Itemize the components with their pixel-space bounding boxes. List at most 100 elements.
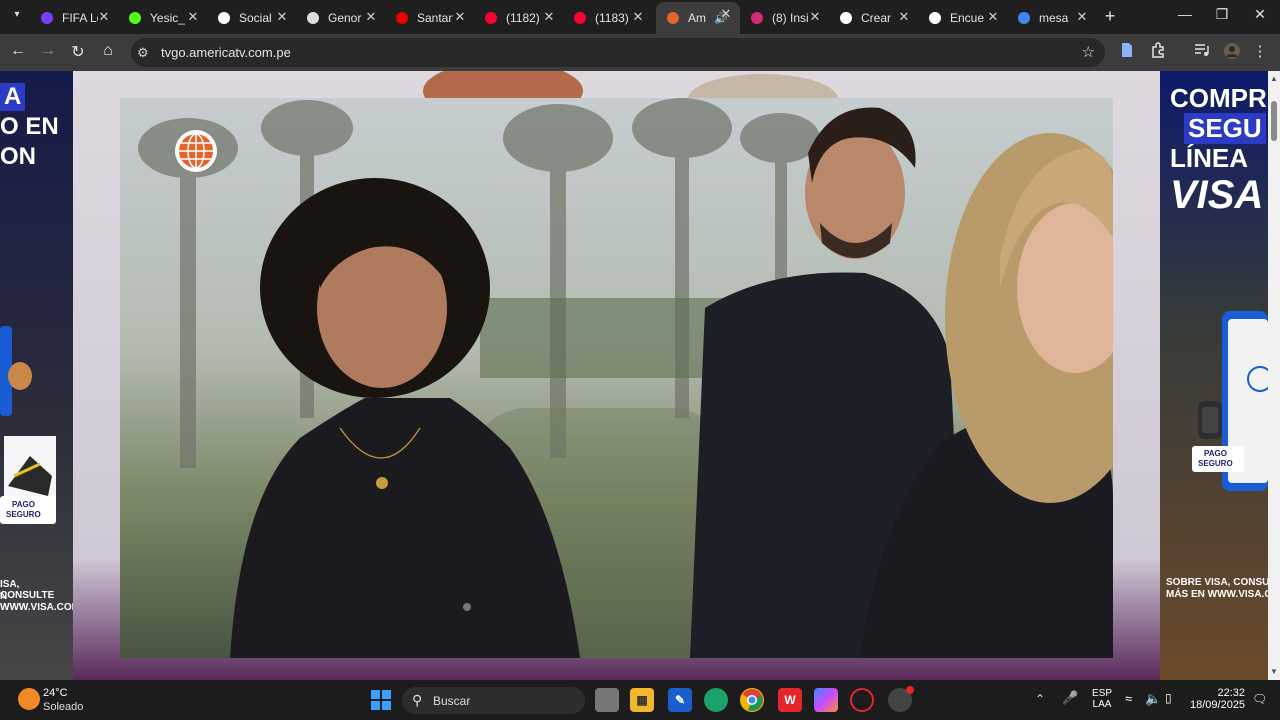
tab-close-button[interactable]: ✕ xyxy=(718,6,734,22)
fifa-heart-icon xyxy=(40,11,54,25)
store-icon[interactable]: ▦ xyxy=(630,688,654,712)
menu-kebab-icon[interactable]: ⋮ xyxy=(1250,42,1270,60)
tab-close-button[interactable]: ✕ xyxy=(185,9,201,25)
video-player[interactable] xyxy=(120,98,1113,658)
taskbar-search-placeholder: Buscar xyxy=(433,694,471,708)
tab-close-button[interactable]: ✕ xyxy=(985,9,1001,25)
ad-left-pago-text: PAGO xyxy=(12,500,35,509)
tab-close-button[interactable]: ✕ xyxy=(96,9,112,25)
wps-icon[interactable]: W xyxy=(778,688,802,712)
browser-tab[interactable]: (8) Insi ✕ xyxy=(740,5,829,30)
lang-line2: LAA xyxy=(1092,699,1112,710)
tab-close-button[interactable]: ✕ xyxy=(896,9,912,25)
scroll-down-arrow-icon[interactable]: ▼ xyxy=(1270,667,1278,676)
ad-right-pago-seguro-badge: PAGO SEGURO xyxy=(1192,446,1244,472)
ad-left-pago-seguro-badge: PAGO SEGURO xyxy=(0,496,56,524)
media-control-icon[interactable] xyxy=(1192,42,1212,62)
reload-button[interactable]: ↻ xyxy=(68,42,88,62)
home-button[interactable]: ⌂ xyxy=(98,42,118,60)
opera-icon[interactable] xyxy=(850,688,874,712)
browser-tab[interactable]: (1182) ✕ xyxy=(474,5,563,30)
weather-desc[interactable]: Soleado xyxy=(43,701,83,713)
copilot-icon[interactable] xyxy=(814,688,838,712)
taskbar-search-box[interactable]: ⚲ Buscar xyxy=(402,687,585,714)
scroll-up-arrow-icon[interactable]: ▲ xyxy=(1270,74,1278,83)
tab-title: Social xyxy=(239,10,272,25)
browser-tab[interactable]: FIFA Lo✕ xyxy=(30,5,118,30)
tab-title: mesa xyxy=(1039,10,1069,25)
tab-search-button[interactable]: ▾ xyxy=(8,9,26,25)
weather-sun-icon[interactable] xyxy=(18,688,40,710)
maximize-button[interactable]: ❐ xyxy=(1207,6,1237,23)
edge-icon[interactable] xyxy=(704,688,728,712)
browser-tab[interactable]: (1183) ✕ xyxy=(563,5,652,30)
tab-title: (1182) xyxy=(506,10,540,25)
reading-list-icon[interactable] xyxy=(1117,42,1137,62)
instagram-icon xyxy=(750,11,764,25)
vertical-scrollbar[interactable]: ▲ ▼ xyxy=(1268,71,1280,680)
windows-start-icon[interactable] xyxy=(370,689,392,711)
santander-flame-icon xyxy=(395,11,409,25)
browser-tab[interactable]: Crear ✕ xyxy=(829,5,918,30)
site-info-icon[interactable]: ⚙ xyxy=(137,45,149,61)
video-frame-image xyxy=(120,98,1113,658)
url-text[interactable]: tvgo.americatv.com.pe xyxy=(161,45,291,60)
weather-temp[interactable]: 24°C xyxy=(43,687,68,699)
browser-tab[interactable]: Am 🔊 ✕ xyxy=(656,2,740,34)
tab-title: Crear xyxy=(861,10,892,25)
forward-button[interactable]: → xyxy=(38,42,58,60)
browser-toolbar: ← → ↻ ⌂ ⚙ tvgo.americatv.com.pe ☆ ⋮ xyxy=(0,34,1280,71)
tiktok-icon xyxy=(928,11,942,25)
show-hidden-icons-chevron-icon[interactable]: ⌃ xyxy=(1035,692,1045,706)
tab-close-button[interactable]: ✕ xyxy=(363,9,379,25)
tab-close-button[interactable]: ✕ xyxy=(541,9,557,25)
browser-tab[interactable]: Yesic_ ✕ xyxy=(118,5,207,30)
browser-tab[interactable]: Social ✕ xyxy=(207,5,296,30)
task-view-icon[interactable] xyxy=(595,688,619,712)
youtube-icon xyxy=(573,11,587,25)
battery-icon[interactable]: ▯ xyxy=(1165,691,1172,705)
page-viewport: A O EN ON PAGO SEGURO ISA, CONSULTE N WW… xyxy=(0,71,1268,680)
tab-close-button[interactable]: ✕ xyxy=(1074,9,1090,25)
right-advertisement[interactable]: COMPR SEGU LÍNEA VISA PAGO SEGURO SOBRE … xyxy=(1160,71,1268,680)
genome-icon xyxy=(306,11,320,25)
back-button[interactable]: ← xyxy=(8,42,28,60)
profile-avatar[interactable] xyxy=(1222,42,1242,64)
scroll-thumb[interactable] xyxy=(1271,101,1277,141)
tab-close-button[interactable]: ✕ xyxy=(630,9,646,25)
close-window-button[interactable]: ✕ xyxy=(1245,6,1275,23)
browser-tab[interactable]: Genor ✕ xyxy=(296,5,385,30)
tab-close-button[interactable]: ✕ xyxy=(452,9,468,25)
browser-tab[interactable]: Encue ✕ xyxy=(918,5,1007,30)
notifications-icon[interactable]: 🗨 xyxy=(1252,692,1267,706)
youtube-icon xyxy=(484,11,498,25)
volume-icon[interactable]: 🔈 xyxy=(1145,691,1161,707)
america-globe-icon xyxy=(179,133,213,169)
app-icon-red-dot[interactable] xyxy=(888,686,914,712)
ad-right-line1: COMPR xyxy=(1170,83,1267,113)
new-tab-button[interactable]: + xyxy=(1100,6,1120,27)
microphone-icon[interactable]: 🎤 xyxy=(1062,690,1078,706)
browser-tab[interactable]: mesa ✕ xyxy=(1007,5,1096,30)
cursor-dot xyxy=(463,603,471,611)
extensions-icon[interactable] xyxy=(1148,42,1168,62)
minimize-button[interactable]: — xyxy=(1170,6,1200,22)
left-advertisement[interactable]: A O EN ON PAGO SEGURO ISA, CONSULTE N WW… xyxy=(0,71,73,680)
ad-left-footer2: N WWW.VISA.COM xyxy=(0,591,73,613)
browser-tab[interactable]: Santan ✕ xyxy=(385,5,474,30)
wifi-icon[interactable]: ≈ xyxy=(1125,691,1132,706)
tab-close-button[interactable]: ✕ xyxy=(274,9,290,25)
ad-right-visa-logo: VISA xyxy=(1170,173,1264,217)
keyboard-language[interactable]: ESP LAA xyxy=(1092,688,1112,710)
ad-right-footer1: SOBRE VISA, CONSUL xyxy=(1166,577,1268,588)
chrome-icon[interactable] xyxy=(740,688,764,712)
ad-left-seguro-text: SEGURO xyxy=(6,510,41,519)
kick-k-icon xyxy=(128,11,142,25)
tab-title: (1183) xyxy=(595,10,629,25)
clock[interactable]: 22:32 18/09/2025 xyxy=(1190,687,1245,711)
search-icon: ⚲ xyxy=(412,692,423,708)
tab-close-button[interactable]: ✕ xyxy=(807,9,823,25)
address-bar[interactable]: ⚙ tvgo.americatv.com.pe ☆ xyxy=(131,38,1105,67)
bookmark-star-icon[interactable]: ☆ xyxy=(1082,43,1095,61)
app-icon-blue[interactable]: ✎ xyxy=(668,688,692,712)
